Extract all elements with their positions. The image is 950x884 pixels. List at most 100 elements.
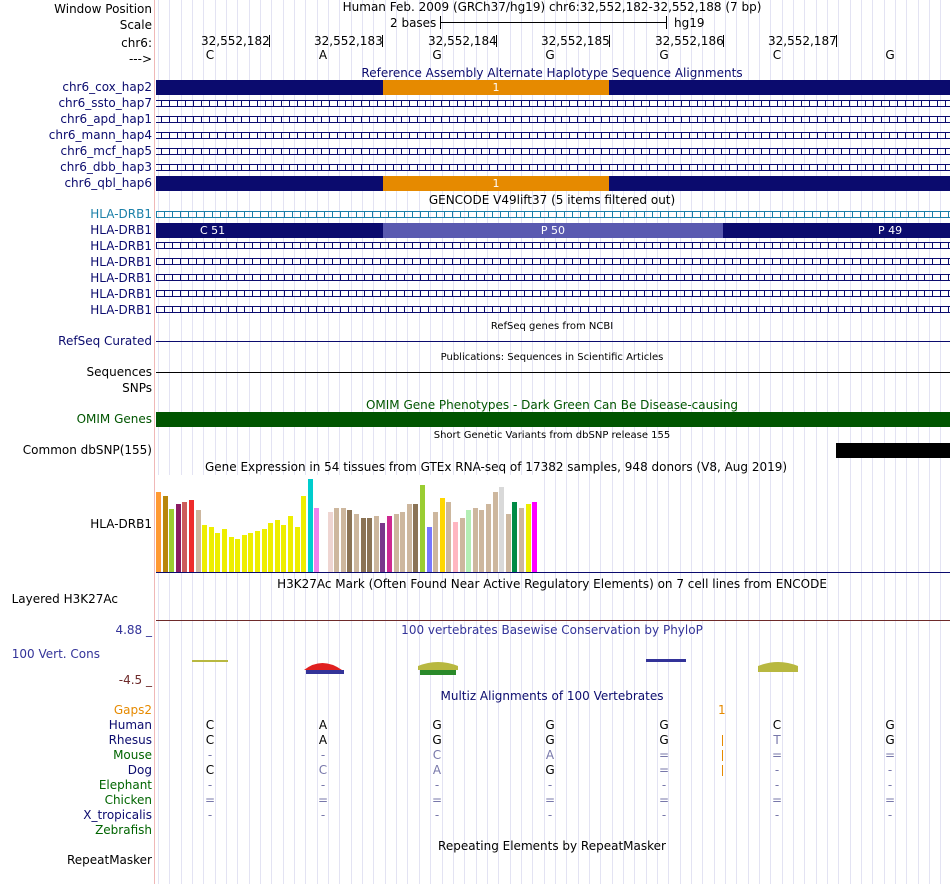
- label-species-rhesus[interactable]: Rhesus: [109, 733, 152, 747]
- phylop-logos[interactable]: [156, 654, 950, 684]
- gtex-bar-27[interactable]: [327, 512, 333, 572]
- gtex-bar-12[interactable]: [228, 537, 234, 572]
- gtex-bar-16[interactable]: [255, 531, 260, 572]
- gtex-bar-20[interactable]: [281, 525, 287, 572]
- label-gencode-1[interactable]: HLA-DRB1: [90, 207, 152, 221]
- label-species-zebrafish[interactable]: Zebrafish: [95, 823, 152, 837]
- label-gtex-gene[interactable]: HLA-DRB1: [90, 517, 152, 531]
- gencode-exon-mid[interactable]: P 50: [383, 223, 723, 238]
- label-repeatmasker[interactable]: RepeatMasker: [67, 853, 152, 867]
- gtex-bar-38[interactable]: [400, 512, 406, 572]
- gtex-bar-15[interactable]: [248, 533, 254, 572]
- gtex-bar-14[interactable]: [241, 535, 247, 572]
- gtex-bar-49[interactable]: [472, 508, 478, 572]
- hap-bar-mid[interactable]: 1: [383, 176, 609, 191]
- gtex-bar-25[interactable]: [314, 508, 320, 572]
- gtex-bar-28[interactable]: [334, 508, 340, 572]
- hap-bar-left[interactable]: [156, 80, 383, 95]
- gtex-bar-50[interactable]: [479, 510, 485, 572]
- gtex-bar-33[interactable]: [367, 518, 373, 572]
- label-sequences[interactable]: Sequences: [87, 365, 152, 379]
- label-scale[interactable]: Scale: [120, 18, 152, 32]
- publications-line[interactable]: [156, 372, 950, 373]
- gtex-bar-29[interactable]: [340, 508, 346, 572]
- label-hap-5[interactable]: chr6_mcf_hap5: [61, 144, 153, 158]
- label-gencode-4[interactable]: HLA-DRB1: [90, 255, 152, 269]
- gtex-bar-57[interactable]: [525, 504, 531, 572]
- hap-chevron-line[interactable]: [156, 148, 950, 155]
- label-gencode-5[interactable]: HLA-DRB1: [90, 271, 152, 285]
- gtex-bar-48[interactable]: [466, 510, 472, 572]
- gencode-exon-right[interactable]: P 49: [723, 223, 950, 238]
- gtex-bar-24[interactable]: [307, 479, 313, 572]
- label-species-elephant[interactable]: Elephant: [99, 778, 152, 792]
- label-strand[interactable]: --->: [129, 52, 152, 66]
- gtex-bar-32[interactable]: [360, 518, 366, 572]
- gtex-bar-40[interactable]: [413, 504, 419, 572]
- dbsnp-variant[interactable]: [836, 443, 950, 458]
- gtex-bar-13[interactable]: [235, 539, 241, 572]
- gtex-bar-1[interactable]: [156, 492, 161, 572]
- label-cons-name[interactable]: 100 Vert. Cons: [12, 647, 100, 661]
- label-species-chicken[interactable]: Chicken: [105, 793, 152, 807]
- browser-track-image[interactable]: Human Feb. 2009 (GRCh37/hg19) chr6:32,55…: [156, 0, 950, 884]
- gencode-line-6[interactable]: [156, 290, 950, 297]
- hap-chevron-line[interactable]: [156, 132, 950, 139]
- gtex-bar-34[interactable]: [373, 516, 379, 572]
- label-hap-7[interactable]: chr6_qbl_hap6: [64, 176, 152, 190]
- hap-bar-mid[interactable]: 1: [383, 80, 609, 95]
- gtex-bar-26[interactable]: [321, 529, 326, 572]
- gencode-line-1[interactable]: [156, 211, 950, 218]
- hap-chevron-line[interactable]: [156, 100, 950, 107]
- gtex-bar-7[interactable]: [195, 510, 201, 572]
- gtex-chart[interactable]: [156, 475, 950, 572]
- hap-chevron-line[interactable]: [156, 164, 950, 171]
- label-gencode-7[interactable]: HLA-DRB1: [90, 303, 152, 317]
- gtex-bar-58[interactable]: [532, 502, 538, 572]
- label-gencode-6[interactable]: HLA-DRB1: [90, 287, 152, 301]
- gtex-bar-4[interactable]: [175, 504, 181, 572]
- label-gaps[interactable]: Gaps2: [114, 703, 152, 717]
- h3k27ac-line[interactable]: [156, 620, 950, 621]
- hap-bar-right[interactable]: [609, 80, 950, 95]
- gtex-bar-5[interactable]: [182, 502, 188, 572]
- gencode-line-5[interactable]: [156, 274, 950, 281]
- gtex-bar-3[interactable]: [169, 509, 175, 572]
- gtex-bar-53[interactable]: [499, 487, 505, 572]
- gtex-bar-18[interactable]: [268, 523, 274, 572]
- gtex-bar-47[interactable]: [459, 518, 465, 572]
- label-window-position[interactable]: Window Position: [54, 2, 152, 16]
- gtex-bar-9[interactable]: [208, 527, 214, 572]
- label-gencode-2[interactable]: HLA-DRB1: [90, 223, 152, 237]
- gtex-bar-17[interactable]: [261, 529, 267, 572]
- gencode-exon-left[interactable]: C 51: [156, 223, 383, 238]
- gencode-line-7[interactable]: [156, 306, 950, 313]
- gtex-bar-54[interactable]: [505, 514, 511, 572]
- hap-bar-right[interactable]: [609, 176, 950, 191]
- hap-bar-left[interactable]: [156, 176, 383, 191]
- gtex-bar-31[interactable]: [354, 514, 359, 572]
- gtex-bar-2[interactable]: [162, 496, 168, 572]
- label-species-mouse[interactable]: Mouse: [113, 748, 152, 762]
- gtex-bar-41[interactable]: [420, 485, 425, 572]
- gtex-bar-46[interactable]: [453, 522, 458, 572]
- label-dbsnp[interactable]: Common dbSNP(155): [23, 443, 152, 457]
- gtex-bar-42[interactable]: [426, 527, 432, 572]
- gtex-bar-19[interactable]: [274, 520, 280, 572]
- label-chrom[interactable]: chr6:: [121, 36, 152, 50]
- hap-chevron-line[interactable]: [156, 116, 950, 123]
- label-snps[interactable]: SNPs: [122, 381, 152, 395]
- gtex-bar-8[interactable]: [202, 525, 208, 572]
- label-hap-6[interactable]: chr6_dbb_hap3: [60, 160, 152, 174]
- label-gencode-3[interactable]: HLA-DRB1: [90, 239, 152, 253]
- gtex-bar-23[interactable]: [301, 496, 307, 572]
- gencode-line-3[interactable]: [156, 242, 950, 249]
- label-species-xtropicalis[interactable]: X_tropicalis: [83, 808, 152, 822]
- gtex-bar-51[interactable]: [486, 504, 491, 572]
- refseq-line[interactable]: [156, 341, 950, 342]
- gtex-bar-22[interactable]: [294, 527, 300, 572]
- label-h3k27ac[interactable]: Layered H3K27Ac: [12, 592, 118, 606]
- gtex-bar-6[interactable]: [189, 500, 194, 572]
- gtex-bar-36[interactable]: [387, 516, 392, 572]
- gtex-bar-52[interactable]: [492, 492, 498, 572]
